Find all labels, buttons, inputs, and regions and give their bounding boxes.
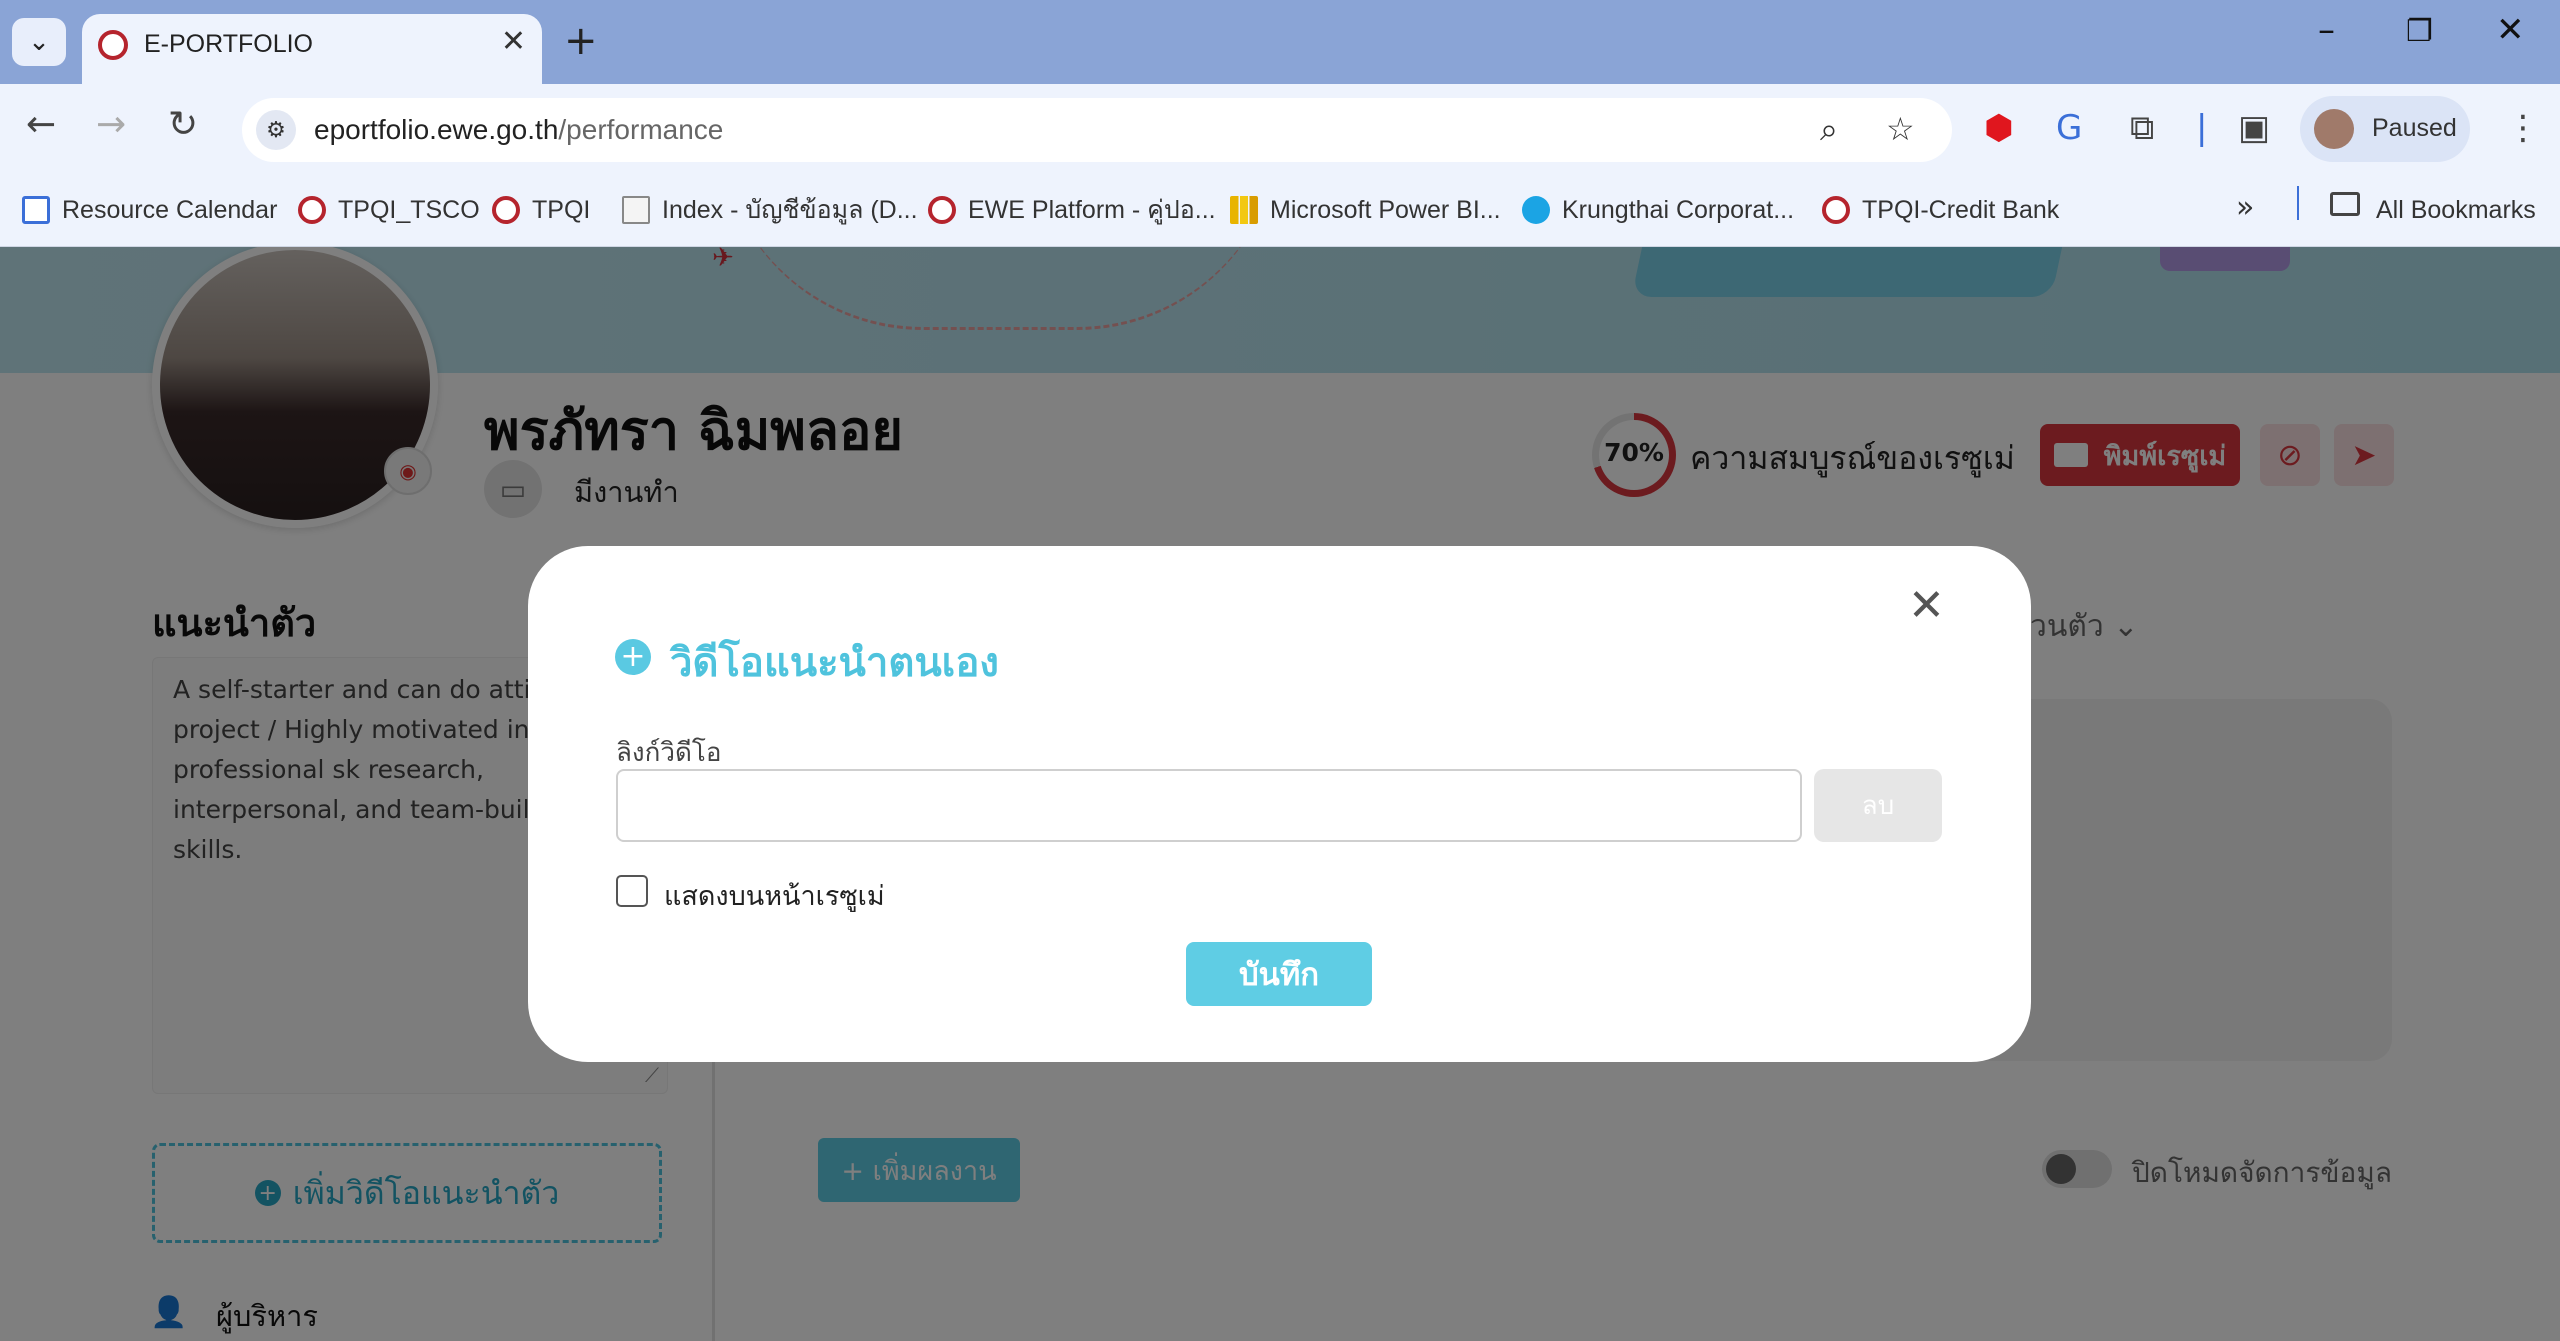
more-bookmarks-icon[interactable]: » — [2236, 190, 2254, 225]
bookmark-tpqi-credit-bank[interactable]: TPQI-Credit Bank — [1822, 190, 2059, 230]
browser-tab[interactable]: E-PORTFOLIO ✕ — [82, 14, 542, 84]
modal-title: วิดีโอแนะนำตนเอง — [670, 640, 999, 686]
video-link-input[interactable] — [616, 769, 1802, 842]
browser-tabstrip: ⌄ E-PORTFOLIO ✕ + – ❐ ✕ — [0, 0, 2560, 84]
browser-toolbar: ← → ↻ ⚙ eportfolio.ewe.go.th/performance… — [0, 84, 2560, 176]
new-tab-icon[interactable]: + — [564, 18, 598, 64]
back-icon[interactable]: ← — [26, 104, 56, 145]
browser-menu-icon[interactable]: ⋮ — [2506, 108, 2540, 148]
close-window-icon[interactable]: ✕ — [2496, 10, 2525, 50]
krungthai-icon — [1522, 196, 1550, 224]
profile-status: Paused — [2372, 114, 2457, 142]
powerbi-icon — [1230, 196, 1258, 224]
bookmarks-bar: Resource Calendar TPQI_TSCO TPQI Index -… — [0, 176, 2560, 247]
site-favicon-icon — [98, 30, 128, 60]
tpqi-logo-icon — [298, 196, 326, 224]
site-info-icon[interactable]: ⚙ — [256, 110, 296, 150]
extensions-icon[interactable]: ⧉ — [2130, 108, 2154, 148]
bookmark-resource-calendar[interactable]: Resource Calendar — [22, 190, 277, 230]
tpqi-logo-icon — [492, 196, 520, 224]
show-on-resume-label[interactable]: แสดงบนหน้าเรซูเม่ — [664, 874, 885, 917]
tpqi-logo-icon — [928, 196, 956, 224]
toolbar-divider: | — [2196, 108, 2208, 148]
bookmarks-divider — [2297, 186, 2299, 220]
zoom-icon[interactable]: ⌕ — [1820, 110, 1838, 149]
page-content: ✈ ◉ พรภัทรา ฉิมพลอย ▭ มีงานทำ 70% ความสม… — [0, 247, 2560, 1341]
bookmark-power-bi[interactable]: Microsoft Power BI... — [1230, 190, 1501, 230]
folder-icon — [2330, 192, 2360, 216]
all-bookmarks[interactable]: All Bookmarks — [2376, 190, 2536, 230]
minimize-icon[interactable]: – — [2318, 10, 2335, 50]
adblock-extension-icon[interactable]: ⬢ — [1984, 108, 2014, 148]
profile-button[interactable]: Paused — [2300, 96, 2470, 162]
show-on-resume-checkbox[interactable] — [616, 875, 648, 907]
document-icon — [622, 196, 650, 224]
tab-search-button[interactable]: ⌄ — [12, 18, 66, 66]
chevron-down-icon: ⌄ — [28, 27, 50, 57]
side-panel-icon[interactable]: ▣ — [2238, 108, 2270, 148]
bookmark-tpqi[interactable]: TPQI — [492, 190, 590, 230]
restore-icon[interactable]: ❐ — [2406, 14, 2433, 49]
translate-extension-icon[interactable]: G — [2056, 108, 2082, 148]
completeness-percent: 70% — [1604, 438, 1664, 467]
tab-close-icon[interactable]: ✕ — [501, 24, 526, 59]
profile-avatar — [2314, 109, 2354, 149]
intro-video-modal: ✕ + วิดีโอแนะนำตนเอง ลิงก์วิดีโอ ลบ แสดง… — [528, 546, 2031, 1062]
plus-circle-icon: + — [615, 639, 651, 675]
tpqi-logo-icon — [1822, 196, 1850, 224]
video-link-label: ลิงก์วิดีโอ — [616, 738, 722, 768]
close-icon[interactable]: ✕ — [1908, 580, 1945, 631]
address-bar[interactable]: ⚙ eportfolio.ewe.go.th/performance ⌕ ☆ — [242, 98, 1952, 162]
tab-title: E-PORTFOLIO — [144, 30, 314, 58]
reload-icon[interactable]: ↻ — [168, 104, 198, 145]
bookmark-krungthai[interactable]: Krungthai Corporat... — [1522, 190, 1794, 230]
bookmark-tpqi-tsco[interactable]: TPQI_TSCO — [298, 190, 480, 230]
url-text: eportfolio.ewe.go.th/performance — [314, 114, 724, 145]
calendar-icon — [22, 196, 50, 224]
bookmark-star-icon[interactable]: ☆ — [1886, 110, 1915, 148]
bookmark-index[interactable]: Index - บัญชีข้อมูล (D... — [622, 190, 918, 230]
save-button[interactable]: บันทึก — [1186, 942, 1372, 1006]
bookmark-ewe-platform[interactable]: EWE Platform - คู่ปอ... — [928, 190, 1216, 230]
delete-button[interactable]: ลบ — [1814, 769, 1942, 842]
forward-icon[interactable]: → — [96, 104, 126, 145]
